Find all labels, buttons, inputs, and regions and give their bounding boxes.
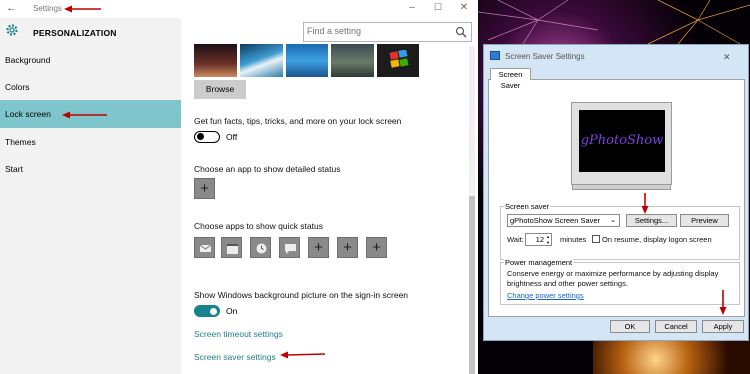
section-title: PERSONALIZATION xyxy=(33,28,117,38)
add-quick-status-app-button[interactable]: + xyxy=(308,237,329,258)
back-arrow-icon[interactable]: ← xyxy=(6,2,17,14)
change-power-settings-link[interactable]: Change power settings xyxy=(507,291,584,300)
preview-button[interactable]: Preview xyxy=(680,214,729,227)
window-title: Settings xyxy=(33,4,62,13)
alarm-clock-icon xyxy=(256,243,267,254)
spinner-arrows-icon[interactable]: ▲ ▼ xyxy=(546,234,550,245)
dialog-title: Screen Saver Settings xyxy=(505,52,585,61)
calendar-icon xyxy=(227,244,238,254)
signin-background-toggle[interactable] xyxy=(194,305,220,317)
maximize-icon[interactable]: ☐ xyxy=(430,2,446,13)
tab-screen-saver[interactable]: Screen Saver xyxy=(490,68,531,90)
settings-titlebar: ← Settings – ☐ ✕ xyxy=(0,0,478,18)
lock-image-thumbnail[interactable] xyxy=(286,44,328,77)
monitor-stand xyxy=(572,184,671,190)
screen-saver-settings-button[interactable]: Settings... xyxy=(626,214,677,227)
search-icon[interactable] xyxy=(455,26,467,38)
search-input[interactable] xyxy=(307,26,447,36)
close-icon[interactable]: ✕ xyxy=(723,52,731,63)
detailed-status-label: Choose an app to show detailed status xyxy=(194,164,341,174)
red-arrow-annotation-icon xyxy=(280,351,326,359)
add-quick-status-app-button[interactable]: + xyxy=(337,237,358,258)
red-arrow-annotation-icon xyxy=(719,290,727,315)
resume-logon-checkbox[interactable] xyxy=(592,235,600,243)
settings-window: ← Settings – ☐ ✕ PERSONALIZATION Backgro… xyxy=(0,0,478,374)
cancel-button[interactable]: Cancel xyxy=(655,320,697,333)
dialog-titlebar: Screen Saver Settings ✕ xyxy=(484,45,748,67)
fun-facts-label: Get fun facts, tips, tricks, and more on… xyxy=(194,116,402,126)
red-arrow-annotation-icon xyxy=(62,111,107,119)
close-icon[interactable]: ✕ xyxy=(456,2,472,13)
nav-item-colors[interactable]: Colors xyxy=(0,73,181,101)
message-icon xyxy=(285,244,296,254)
minimize-icon[interactable]: – xyxy=(404,2,420,13)
nav-item-start[interactable]: Start xyxy=(0,155,181,183)
monitor-icon xyxy=(490,51,500,60)
screen-saver-tab-panel: gPhotoShow Screen saver gPhotoShow Scree… xyxy=(488,79,745,317)
power-management-group-label: Power management xyxy=(504,258,574,267)
resume-logon-label: On resume, display logon screen xyxy=(602,235,712,244)
lock-image-thumbnail[interactable] xyxy=(194,44,237,77)
power-description-line2: brightness and other power settings. xyxy=(507,279,628,288)
screen-saver-group-label: Screen saver xyxy=(504,202,551,211)
lock-image-thumbnail[interactable] xyxy=(240,44,283,77)
monitor-preview: gPhotoShow xyxy=(571,102,672,185)
lock-image-thumbnail[interactable] xyxy=(377,44,419,77)
chevron-down-icon: ⌄ xyxy=(610,217,616,224)
fireworks-image xyxy=(593,338,750,374)
scrollbar-thumb[interactable] xyxy=(469,196,475,374)
preview-screen-text: gPhotoShow xyxy=(579,110,665,172)
add-detailed-status-app-button[interactable]: + xyxy=(194,178,215,199)
toggle-knob xyxy=(210,307,217,315)
apply-button[interactable]: Apply xyxy=(702,320,744,333)
search-box[interactable] xyxy=(303,22,472,42)
signin-background-toggle-state: On xyxy=(226,306,238,316)
nav-item-themes[interactable]: Themes xyxy=(0,128,181,156)
quick-status-messaging-button[interactable] xyxy=(279,237,300,258)
fun-facts-toggle[interactable] xyxy=(194,131,220,143)
add-quick-status-app-button[interactable]: + xyxy=(366,237,387,258)
power-description-line1: Conserve energy or maximize performance … xyxy=(507,269,719,278)
screen-saver-settings-link[interactable]: Screen saver settings xyxy=(194,352,276,362)
selected-screen-saver: gPhotoShow Screen Saver xyxy=(510,216,601,225)
ok-button[interactable]: OK xyxy=(610,320,650,333)
gear-icon xyxy=(6,24,18,36)
fun-facts-toggle-state: Off xyxy=(226,132,238,142)
red-arrow-annotation-icon xyxy=(64,5,101,13)
toggle-knob xyxy=(197,133,204,140)
browse-button[interactable]: Browse xyxy=(194,80,246,99)
wait-label: Wait: xyxy=(507,235,524,244)
quick-status-calendar-button[interactable] xyxy=(221,237,242,258)
quick-status-label: Choose apps to show quick status xyxy=(194,221,323,231)
red-arrow-annotation-icon xyxy=(641,193,649,214)
wait-value: 12 xyxy=(535,235,544,244)
mail-icon xyxy=(199,244,212,252)
quick-status-alarm-button[interactable] xyxy=(250,237,271,258)
lock-image-thumbnail[interactable] xyxy=(331,44,374,77)
nav-item-background[interactable]: Background xyxy=(0,46,181,74)
settings-nav-pane: PERSONALIZATION Background Colors Lock s… xyxy=(0,18,181,374)
wait-minutes-spinner[interactable]: 12 ▲ ▼ xyxy=(525,233,552,246)
quick-status-mail-button[interactable] xyxy=(194,237,215,258)
windows-tile-icon xyxy=(389,50,409,68)
screen-saver-select[interactable]: gPhotoShow Screen Saver ⌄ xyxy=(507,214,620,227)
signin-background-label: Show Windows background picture on the s… xyxy=(194,290,409,300)
screen-timeout-settings-link[interactable]: Screen timeout settings xyxy=(194,329,283,339)
screen-saver-dialog: Screen Saver Settings ✕ gPhotoShow Scree… xyxy=(483,44,749,341)
minutes-label: minutes xyxy=(560,235,587,244)
